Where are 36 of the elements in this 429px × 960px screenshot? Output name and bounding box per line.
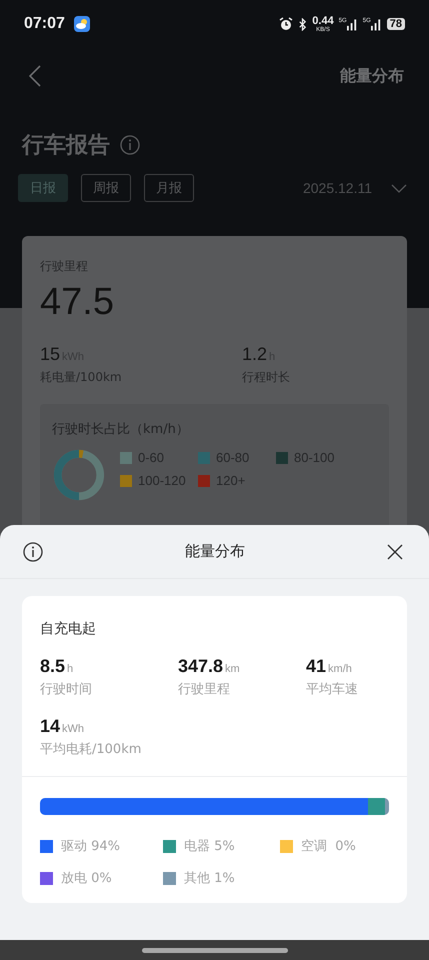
close-icon[interactable] [387, 544, 403, 560]
period-tab[interactable]: 月报 [144, 174, 194, 202]
page-link[interactable]: 能量分布 [340, 66, 404, 86]
stat-label: 平均电耗/100km [40, 741, 142, 758]
donut-drawing [52, 448, 106, 502]
bluetooth-icon [298, 18, 308, 30]
legend-label: 驱动 94% [61, 838, 120, 855]
mileage-value: 47.5 [40, 281, 115, 324]
stat-value: 347.8 km [178, 656, 241, 677]
stat-value: 41 km/h [306, 656, 353, 677]
stat-value: 8.5 h [40, 656, 74, 677]
stat-label: 平均车速 [306, 681, 359, 698]
legend-label: 其他 1% [184, 870, 235, 887]
period-tab[interactable]: 周报 [81, 174, 131, 202]
battery-level: 78 [386, 18, 405, 30]
sheet-title: 能量分布 [185, 542, 245, 561]
chevron-down-icon[interactable] [391, 184, 407, 192]
stat-label: 行驶里程 [178, 681, 231, 698]
signal-icon [370, 18, 382, 30]
alarm-icon [279, 17, 294, 31]
home-indicator[interactable] [142, 948, 288, 952]
legend-label: 空调 0% [301, 838, 356, 855]
status-time: 07:07 [24, 15, 65, 33]
date-picker[interactable]: 2025.12.11 [302, 180, 372, 196]
info-icon[interactable] [23, 542, 43, 562]
legend-label: 电器 5% [184, 838, 235, 855]
back-icon[interactable] [29, 65, 41, 87]
weather-icon [74, 16, 90, 32]
network-speed: 0.44 [312, 16, 334, 26]
signal-icon [346, 18, 358, 30]
report-title: 行车报告 [22, 132, 110, 160]
section-title: 自充电起 [40, 621, 96, 637]
stat-value: 14 kWh [40, 716, 86, 737]
legend-label: 放电 0% [61, 870, 112, 887]
period-tab[interactable]: 日报 [18, 174, 68, 202]
stat-label: 行驶时间 [40, 681, 93, 698]
